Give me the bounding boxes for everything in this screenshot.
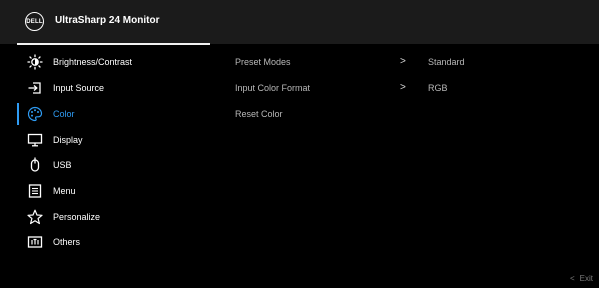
chevron-right-icon: >: [400, 82, 406, 93]
sidebar-item-personalize[interactable]: Personalize: [0, 206, 210, 228]
menu-row-value: Standard: [428, 57, 465, 67]
sidebar-item-usb[interactable]: USB: [0, 154, 210, 176]
menu-row-label: Preset Modes: [235, 57, 291, 67]
sidebar-item-label: Display: [53, 135, 83, 145]
sidebar-item-color[interactable]: Color: [0, 103, 210, 125]
sidebar-item-label: Menu: [53, 186, 76, 196]
menu-row-value: RGB: [428, 83, 448, 93]
menu-icon: [27, 183, 43, 199]
exit-label: Exit: [579, 274, 594, 283]
chevron-left-icon: <: [570, 274, 575, 283]
display-icon: [27, 132, 43, 148]
menu-row-label: Input Color Format: [235, 83, 311, 93]
star-icon: [27, 209, 43, 225]
active-indicator: [17, 103, 19, 125]
sidebar-item-display[interactable]: Display: [0, 129, 210, 151]
sidebar-item-menu[interactable]: Menu: [0, 180, 210, 202]
sidebar-item-label: Input Source: [53, 83, 105, 93]
sidebar-item-label: Color: [53, 109, 75, 119]
exit-button[interactable]: < Exit: [570, 274, 593, 283]
sidebar-item-brightness-contrast[interactable]: Brightness/Contrast: [0, 51, 210, 73]
usb-icon: [27, 157, 43, 173]
monitor-title: UltraSharp 24 Monitor: [55, 15, 160, 26]
others-icon: [27, 234, 43, 250]
header-underline: [17, 43, 210, 45]
brightness-icon: [27, 54, 43, 70]
sidebar-item-label: Brightness/Contrast: [53, 57, 133, 67]
osd-header: DELL UltraSharp 24 Monitor: [0, 0, 599, 45]
sidebar-item-label: USB: [53, 160, 72, 170]
color-palette-icon: [27, 106, 43, 122]
sidebar-item-label: Personalize: [53, 212, 101, 222]
menu-row-label: Reset Color: [235, 109, 283, 119]
sidebar-item-input-source[interactable]: Input Source: [0, 77, 210, 99]
sidebar-item-label: Others: [53, 237, 81, 247]
dell-logo: DELL: [25, 12, 44, 31]
input-source-icon: [27, 80, 43, 96]
sidebar-item-others[interactable]: Others: [0, 231, 210, 253]
chevron-right-icon: >: [400, 56, 406, 67]
